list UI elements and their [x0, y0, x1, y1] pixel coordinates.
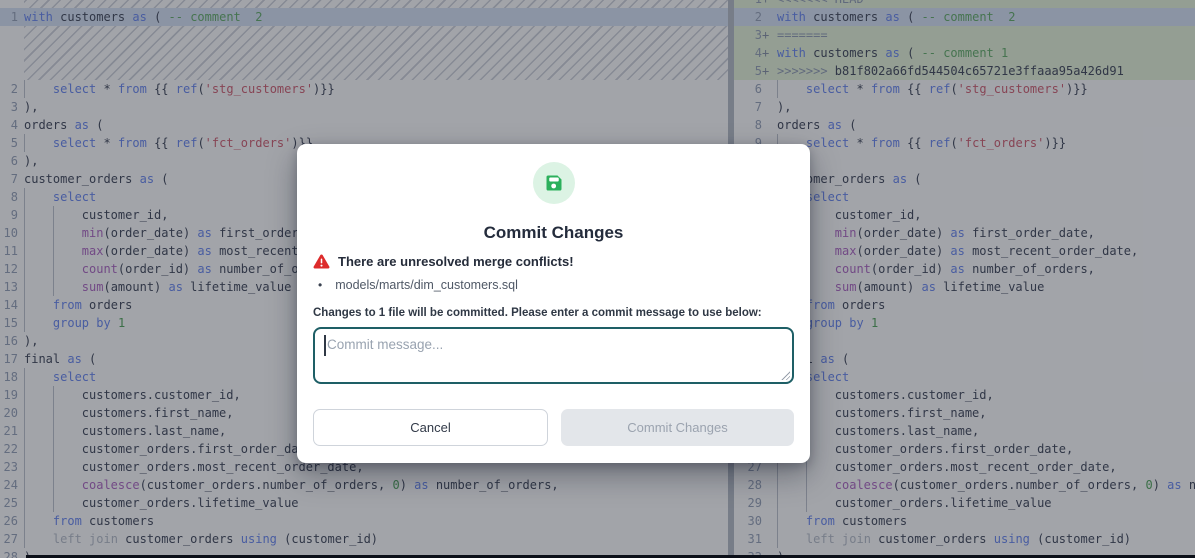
modal-title: Commit Changes	[313, 223, 794, 243]
commit-changes-button[interactable]: Commit Changes	[561, 409, 794, 446]
cancel-button[interactable]: Cancel	[313, 409, 548, 446]
save-icon	[533, 162, 575, 204]
commit-changes-modal: Commit Changes There are unresolved merg…	[297, 144, 810, 463]
warning-icon	[313, 254, 330, 269]
text-caret	[324, 335, 326, 356]
dbt-ide-screen: 1with customers as ( -- comment 22select…	[0, 0, 1195, 558]
merge-conflict-warning: There are unresolved merge conflicts!	[313, 254, 794, 269]
modal-buttons: Cancel Commit Changes	[313, 409, 794, 446]
commit-message-field-wrap	[313, 327, 794, 384]
commit-message-input[interactable]	[313, 327, 794, 384]
warning-text: There are unresolved merge conflicts!	[338, 254, 574, 269]
conflicted-file-item: models/marts/dim_customers.sql	[313, 278, 794, 292]
commit-instruction: Changes to 1 file will be committed. Ple…	[313, 307, 794, 319]
